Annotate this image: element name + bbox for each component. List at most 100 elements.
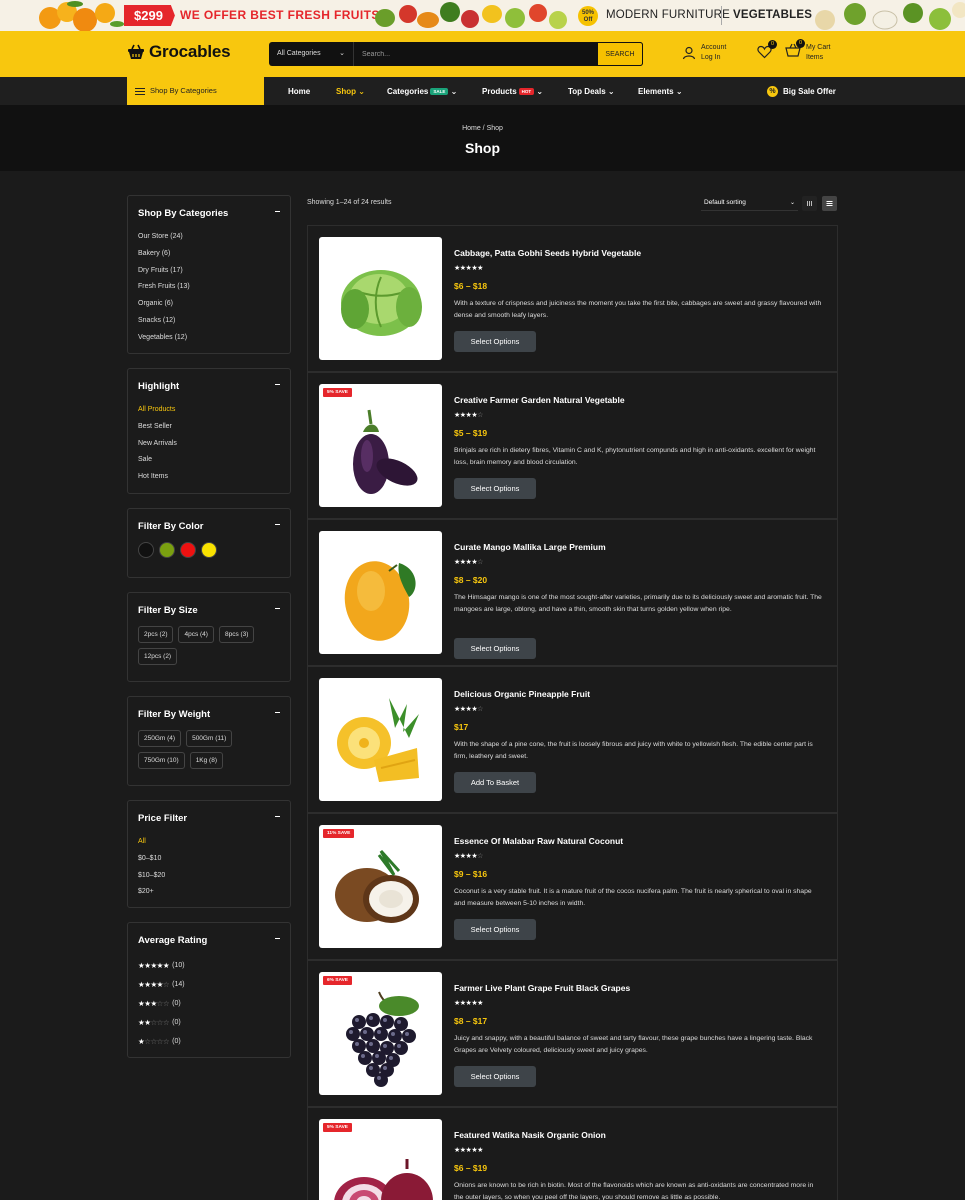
product-name[interactable]: Creative Farmer Garden Natural Vegetable xyxy=(454,395,625,405)
save-badge: 5% SAVE xyxy=(323,388,352,397)
product-card[interactable]: Curate Mango Mallika Large Premium ★★★★☆ $… xyxy=(307,519,838,666)
select-options-button[interactable]: Select Options xyxy=(454,1066,536,1088)
collapse-icon[interactable] xyxy=(275,938,280,939)
filter-link[interactable]: $20+ xyxy=(138,884,280,901)
product-card[interactable]: 5% SAVE Featured Watika Nasik Organic Oni… xyxy=(307,1107,838,1200)
search-category-select[interactable]: All Categories ⌄ xyxy=(269,42,354,66)
product-image[interactable] xyxy=(319,531,442,654)
product-image[interactable]: 6% SAVE xyxy=(319,972,442,1095)
breadcrumb[interactable]: Home / Shop xyxy=(0,125,965,132)
filter-chip[interactable]: 750Gm (10) xyxy=(138,752,185,769)
rating-filter-row[interactable]: ★★☆☆☆ (0) xyxy=(138,1013,280,1032)
sorting-select[interactable]: Default sorting ⌄ xyxy=(701,196,798,211)
filter-link[interactable]: New Arrivals xyxy=(138,436,280,453)
filter-link[interactable]: $0–$10 xyxy=(138,851,280,868)
filter-chip[interactable]: 2pcs (2) xyxy=(138,626,174,643)
cart-button[interactable]: 0 My Cart Items xyxy=(785,39,831,63)
nav-elements[interactable]: Elements ⌄ xyxy=(638,87,683,96)
filter-link[interactable]: $10–$20 xyxy=(138,868,280,885)
widget-title[interactable]: Price Filter xyxy=(138,813,280,824)
product-image[interactable]: 11% SAVE xyxy=(319,825,442,948)
add-to-basket-button[interactable]: Add To Basket xyxy=(454,772,536,794)
account-label: Account xyxy=(701,44,727,51)
search-input[interactable] xyxy=(354,42,597,66)
filter-chip[interactable]: 250Gm (4) xyxy=(138,730,182,747)
shop-by-categories-button[interactable]: Shop By Categories xyxy=(127,77,264,105)
product-card[interactable]: 5% SAVE Creative Farmer Garden Natural Ve… xyxy=(307,372,838,519)
widget-title[interactable]: Filter By Weight xyxy=(138,709,280,720)
product-image[interactable] xyxy=(319,678,442,801)
nav-top-deals[interactable]: Top Deals ⌄ xyxy=(568,87,615,96)
filter-link[interactable]: Bakery (6) xyxy=(138,246,280,263)
nav-categories[interactable]: Categories SALE ⌄ xyxy=(387,87,457,96)
rating-filter-row[interactable]: ★★★★☆ (14) xyxy=(138,975,280,994)
filter-chip[interactable]: 8pcs (3) xyxy=(218,626,255,643)
filter-link[interactable]: Hot Items xyxy=(138,469,280,486)
rating-filter-row[interactable]: ★★★☆☆ (0) xyxy=(138,994,280,1013)
filter-link[interactable]: Vegetables (12) xyxy=(138,330,280,347)
select-options-button[interactable]: Select Options xyxy=(454,331,536,353)
filter-link[interactable]: Snacks (12) xyxy=(138,313,280,330)
collapse-icon[interactable] xyxy=(275,608,280,609)
filter-chip[interactable]: 1Kg (8) xyxy=(189,752,224,769)
color-swatch[interactable] xyxy=(159,542,175,558)
hamburger-icon xyxy=(135,88,145,97)
product-card[interactable]: 11% SAVE Essence Of Malabar Raw Natural C… xyxy=(307,813,838,960)
account-link[interactable]: Account Log In xyxy=(682,43,726,63)
product-image[interactable]: 5% SAVE xyxy=(319,1119,442,1200)
filter-link[interactable]: Dry Fruits (17) xyxy=(138,263,280,280)
promo-bar[interactable]: $299 WE OFFER BEST FRESH FRUITS 50% Off … xyxy=(0,0,965,31)
filter-link[interactable]: Fresh Fruits (13) xyxy=(138,279,280,296)
product-name[interactable]: Featured Watika Nasik Organic Onion xyxy=(454,1130,606,1140)
product-image[interactable] xyxy=(319,237,442,360)
filter-link[interactable]: Best Seller xyxy=(138,419,280,436)
widget-title[interactable]: Shop By Categories xyxy=(138,208,280,219)
color-swatch[interactable] xyxy=(138,542,154,558)
rating-filter-row[interactable]: ★☆☆☆☆ (0) xyxy=(138,1032,280,1051)
search-button[interactable]: SEARCH xyxy=(597,42,643,66)
product-card[interactable]: 6% SAVE Farmer Live Plant Grape Fruit Bla… xyxy=(307,960,838,1107)
filter-link[interactable]: All Products xyxy=(138,402,280,419)
filter-chip[interactable]: 500Gm (11) xyxy=(186,730,233,747)
select-options-button[interactable]: Select Options xyxy=(454,919,536,941)
grid-view-button[interactable] xyxy=(802,196,817,211)
filter-link[interactable]: All xyxy=(138,834,280,851)
filter-chip[interactable]: 12pcs (2) xyxy=(138,648,178,665)
save-badge: 11% SAVE xyxy=(323,829,355,838)
nav-shop[interactable]: Shop ⌄ xyxy=(336,87,365,96)
color-swatch[interactable] xyxy=(201,542,217,558)
collapse-icon[interactable] xyxy=(275,211,280,212)
promo-link-furniture[interactable]: MODERN FURNITURE xyxy=(606,9,730,21)
product-name[interactable]: Delicious Organic Pineapple Fruit xyxy=(454,689,590,699)
select-options-button[interactable]: Select Options xyxy=(454,637,536,659)
select-options-button[interactable]: Select Options xyxy=(454,478,536,500)
collapse-icon[interactable] xyxy=(275,384,280,385)
nav-products[interactable]: Products HOT ⌄ xyxy=(482,87,543,96)
filter-link[interactable]: Sale xyxy=(138,452,280,469)
collapse-icon[interactable] xyxy=(275,816,280,817)
collapse-icon[interactable] xyxy=(275,524,280,525)
product-card[interactable]: Cabbage, Patta Gobhi Seeds Hybrid Vegeta… xyxy=(307,225,838,372)
filter-chip[interactable]: 4pcs (4) xyxy=(178,626,214,643)
site-logo[interactable]: Grocables xyxy=(127,42,231,62)
big-sale-offer-link[interactable]: % Big Sale Offer xyxy=(767,86,836,97)
nav-home[interactable]: Home xyxy=(288,87,310,96)
filter-link[interactable]: Our Store (24) xyxy=(138,229,280,246)
product-name[interactable]: Cabbage, Patta Gobhi Seeds Hybrid Vegeta… xyxy=(454,248,641,258)
product-image[interactable]: 5% SAVE xyxy=(319,384,442,507)
product-name[interactable]: Farmer Live Plant Grape Fruit Black Grap… xyxy=(454,983,630,993)
promo-link-vegetables[interactable]: VEGETABLES xyxy=(733,9,812,21)
wishlist-button[interactable]: 0 xyxy=(757,40,777,64)
list-view-button[interactable] xyxy=(822,196,837,211)
widget-title[interactable]: Filter By Size xyxy=(138,605,280,616)
color-swatch[interactable] xyxy=(180,542,196,558)
product-name[interactable]: Essence Of Malabar Raw Natural Coconut xyxy=(454,836,623,846)
widget-title[interactable]: Filter By Color xyxy=(138,521,280,532)
widget-title[interactable]: Highlight xyxy=(138,381,280,392)
product-name[interactable]: Curate Mango Mallika Large Premium xyxy=(454,542,606,552)
product-card[interactable]: Delicious Organic Pineapple Fruit ★★★★☆ $1… xyxy=(307,666,838,813)
collapse-icon[interactable] xyxy=(275,712,280,713)
filter-link[interactable]: Organic (6) xyxy=(138,296,280,313)
rating-filter-row[interactable]: ★★★★★ (10) xyxy=(138,956,280,975)
widget-title[interactable]: Average Rating xyxy=(138,935,280,946)
